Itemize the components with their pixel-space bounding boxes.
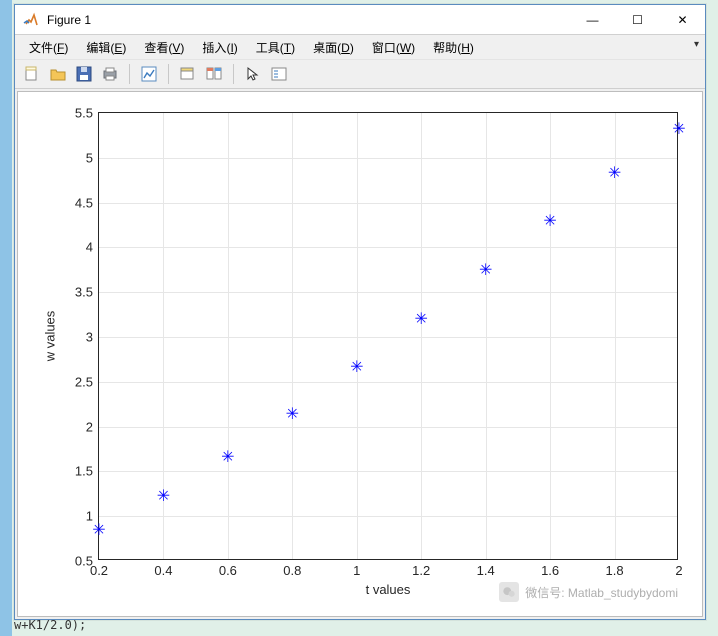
toolbar: [15, 59, 705, 89]
inspector-button[interactable]: [177, 63, 199, 85]
gridline-v: [486, 113, 487, 559]
maximize-icon: ☐: [632, 13, 643, 27]
editor-gutter: [0, 0, 12, 636]
x-tick-label: 0.6: [219, 563, 237, 578]
gridline-h: [99, 427, 677, 428]
figure-window: Figure 1 — ☐ ✕ 文件(F) 编辑(E) 查看(V) 插入(I) 工…: [14, 4, 706, 620]
gridline-v: [421, 113, 422, 559]
data-point: ✳: [93, 525, 105, 537]
data-point: ✳: [480, 265, 492, 277]
toolbar-separator: [233, 64, 234, 84]
gridline-h: [99, 516, 677, 517]
gridline-v: [550, 113, 551, 559]
y-tick-label: 3.5: [75, 285, 93, 300]
watermark: 微信号: Matlab_studybydomi: [499, 582, 678, 602]
y-tick-label: 5.5: [75, 106, 93, 121]
gridline-v: [357, 113, 358, 559]
data-point: ✳: [673, 124, 685, 136]
gridline-h: [99, 337, 677, 338]
menu-file[interactable]: 文件(F): [21, 37, 76, 58]
data-point: ✳: [609, 168, 621, 180]
x-tick-label: 1.4: [477, 563, 495, 578]
window-icon: [180, 66, 196, 82]
linked-plot-button[interactable]: [203, 63, 225, 85]
close-icon: ✕: [677, 13, 687, 27]
gridline-v: [228, 113, 229, 559]
y-tick-label: 3: [86, 330, 93, 345]
edit-plot-icon: [141, 66, 157, 82]
x-tick-label: 1.8: [606, 563, 624, 578]
menubar: 文件(F) 编辑(E) 查看(V) 插入(I) 工具(T) 桌面(D) 窗口(W…: [15, 35, 705, 59]
menu-tools[interactable]: 工具(T): [248, 37, 303, 58]
y-tick-label: 4: [86, 240, 93, 255]
open-button[interactable]: [47, 63, 69, 85]
gridline-h: [99, 203, 677, 204]
data-point: ✳: [351, 362, 363, 374]
titlebar[interactable]: Figure 1 — ☐ ✕: [15, 5, 705, 35]
gridline-v: [292, 113, 293, 559]
matlab-icon: [23, 12, 39, 28]
gridline-h: [99, 292, 677, 293]
data-point: ✳: [544, 216, 556, 228]
printer-icon: [102, 66, 118, 82]
x-tick-label: 1: [353, 563, 360, 578]
legend-icon: [271, 66, 287, 82]
pointer-button[interactable]: [242, 63, 264, 85]
save-button[interactable]: [73, 63, 95, 85]
menu-desktop[interactable]: 桌面(D): [305, 37, 362, 58]
y-tick-label: 2.5: [75, 374, 93, 389]
data-point: ✳: [222, 452, 234, 464]
menu-overflow-icon[interactable]: ▾: [694, 39, 699, 50]
menu-edit[interactable]: 编辑(E): [78, 37, 134, 58]
close-button[interactable]: ✕: [660, 5, 705, 35]
menu-window[interactable]: 窗口(W): [364, 37, 423, 58]
menu-help[interactable]: 帮助(H): [425, 37, 482, 58]
x-tick-label: 0.8: [283, 563, 301, 578]
menu-view[interactable]: 查看(V): [136, 37, 192, 58]
y-tick-label: 4.5: [75, 195, 93, 210]
y-axis-label: w values: [43, 311, 58, 362]
new-figure-button[interactable]: [21, 63, 43, 85]
gridline-h: [99, 471, 677, 472]
wechat-icon: [499, 582, 519, 602]
floppy-icon: [76, 66, 92, 82]
insert-legend-button[interactable]: [268, 63, 290, 85]
data-point: ✳: [286, 409, 298, 421]
data-point: ✳: [415, 314, 427, 326]
x-tick-label: 1.2: [412, 563, 430, 578]
y-tick-label: 1.5: [75, 464, 93, 479]
print-button[interactable]: [99, 63, 121, 85]
linked-icon: [206, 66, 222, 82]
window-title: Figure 1: [47, 13, 570, 27]
y-tick-label: 0.5: [75, 554, 93, 569]
gridline-h: [99, 247, 677, 248]
toolbar-separator: [129, 64, 130, 84]
x-tick-label: 0.4: [154, 563, 172, 578]
new-file-icon: [24, 66, 40, 82]
x-tick-label: 1.6: [541, 563, 559, 578]
minimize-icon: —: [587, 13, 599, 27]
menu-insert[interactable]: 插入(I): [194, 37, 245, 58]
pointer-icon: [245, 66, 261, 82]
gridline-h: [99, 158, 677, 159]
gridline-h: [99, 382, 677, 383]
edit-plot-button[interactable]: [138, 63, 160, 85]
y-tick-label: 5: [86, 150, 93, 165]
watermark-text: 微信号: Matlab_studybydomi: [525, 584, 678, 601]
toolbar-separator: [168, 64, 169, 84]
x-tick-label: 2: [675, 563, 682, 578]
axes[interactable]: 0.20.40.60.811.21.41.61.820.511.522.533.…: [98, 112, 678, 560]
y-tick-label: 2: [86, 419, 93, 434]
editor-bg-line: w+K1/2.0);: [0, 618, 86, 632]
x-axis-label: t values: [366, 582, 411, 597]
minimize-button[interactable]: —: [570, 5, 615, 35]
data-point: ✳: [157, 491, 169, 503]
figure-canvas[interactable]: 0.20.40.60.811.21.41.61.820.511.522.533.…: [17, 91, 703, 617]
maximize-button[interactable]: ☐: [615, 5, 660, 35]
folder-open-icon: [50, 66, 66, 82]
